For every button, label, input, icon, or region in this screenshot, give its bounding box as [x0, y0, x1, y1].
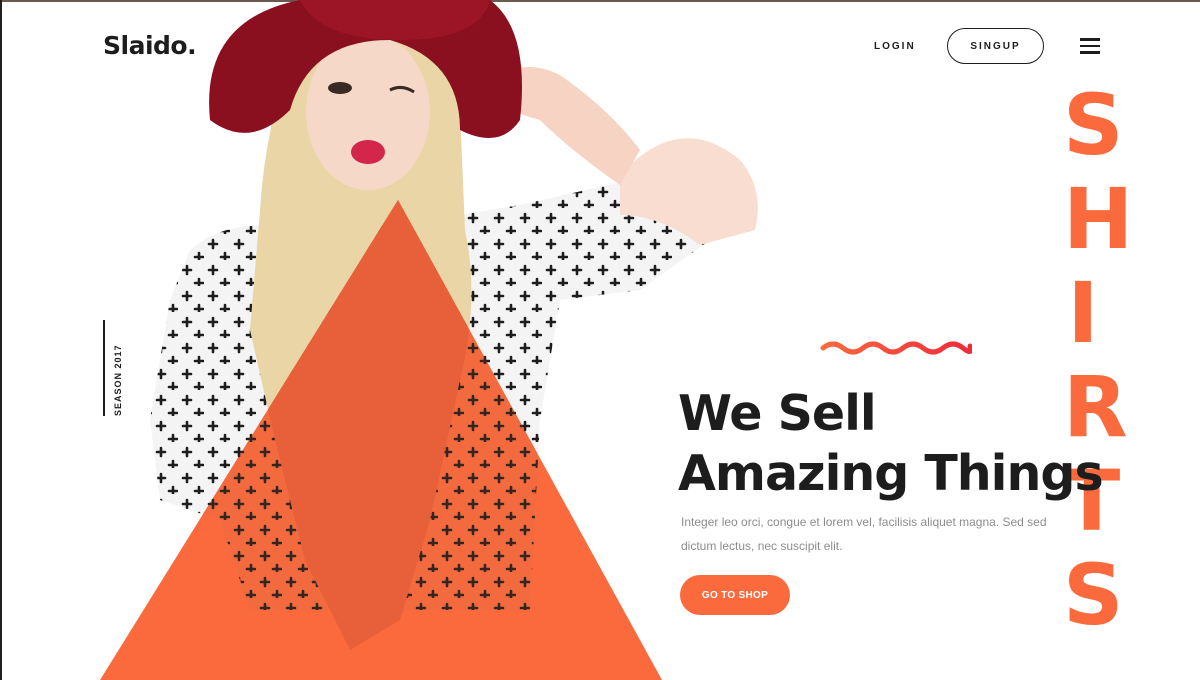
- vertical-letter: S: [1063, 546, 1124, 644]
- left-border: [0, 0, 2, 680]
- headline-line-2: Amazing Things: [678, 445, 1104, 502]
- season-divider: [103, 320, 105, 416]
- brand-logo[interactable]: Slaido.: [103, 31, 197, 60]
- vertical-letter: I: [1067, 264, 1099, 362]
- vertical-shirts-word: S H I R T S: [1063, 76, 1134, 644]
- hero-model-image: [100, 0, 758, 680]
- vertical-letter: S: [1063, 76, 1124, 174]
- go-to-shop-button[interactable]: GO TO SHOP: [680, 575, 790, 615]
- hamburger-menu-icon[interactable]: [1080, 38, 1100, 54]
- hero-description: Integer leo orci, congue et lorem vel, f…: [681, 515, 1047, 553]
- wave-decoration: [820, 341, 972, 355]
- hero-headline: We Sell Amazing Things: [678, 384, 1118, 504]
- signup-button[interactable]: SINGUP: [947, 28, 1044, 64]
- login-link[interactable]: LOGIN: [874, 41, 916, 52]
- season-label: SEASON 2017: [113, 344, 123, 416]
- headline-line-1: We Sell: [678, 385, 877, 442]
- vertical-letter: H: [1063, 170, 1134, 268]
